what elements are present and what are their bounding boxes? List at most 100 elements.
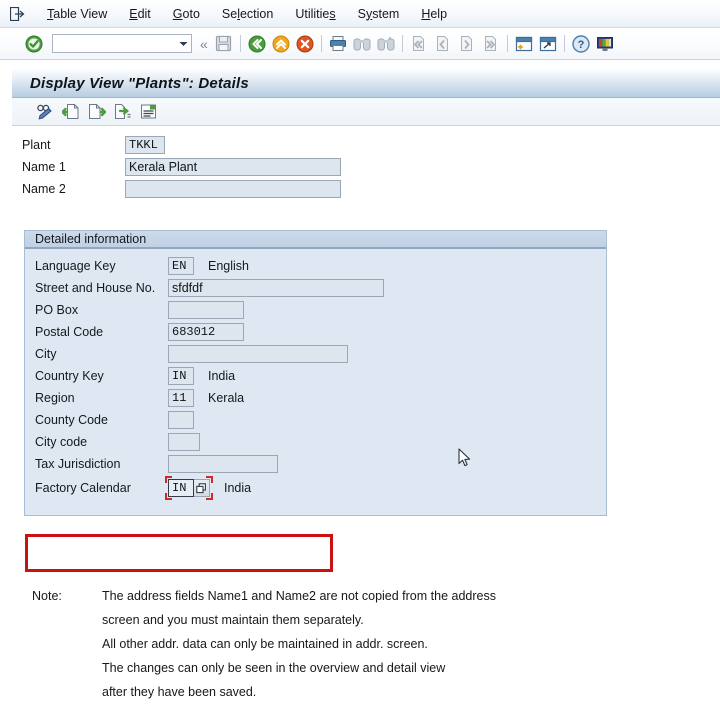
toolbar-separator	[320, 35, 322, 52]
name-2-input[interactable]	[125, 180, 341, 198]
field-row-po-box: PO Box	[25, 299, 606, 321]
menu-item-utilities[interactable]: Utilities	[284, 5, 346, 23]
postal-code-input[interactable]: 683012	[168, 323, 244, 341]
toolbar-separator	[563, 35, 565, 52]
enter-button[interactable]	[22, 32, 46, 56]
note-row: Note: The address fields Name1 and Name2…	[24, 584, 607, 608]
label-country-key: Country Key	[35, 369, 104, 383]
note-line-4: The changes can only be seen in the over…	[102, 661, 446, 675]
first-page-button[interactable]	[407, 32, 431, 56]
label-tax-jurisdiction: Tax Jurisdiction	[35, 457, 121, 471]
detailed-information-group: Detailed information Language Key EN Eng…	[24, 230, 607, 572]
other-entry-button[interactable]	[110, 101, 136, 123]
toolbar-separator	[239, 35, 241, 52]
menu-item-goto[interactable]: Goto	[162, 5, 211, 23]
next-page-button[interactable]	[455, 32, 479, 56]
standard-toolbar: « ?	[0, 28, 720, 60]
group-fields: Language Key EN English Street and House…	[25, 249, 606, 515]
window-title-bar: Display View "Plants": Details	[12, 68, 720, 98]
application-toolbar	[12, 98, 720, 126]
label-po-box: PO Box	[35, 303, 79, 317]
create-session-button[interactable]	[512, 32, 536, 56]
main-window: Display View "Plants": Details Plant TKK…	[12, 68, 720, 699]
focus-corner-top-left	[165, 476, 172, 483]
display-change-button[interactable]	[32, 101, 58, 123]
toolbar-collapse-button[interactable]: «	[196, 36, 212, 52]
factory-calendar-field-group: IN	[165, 476, 213, 500]
last-page-button[interactable]	[479, 32, 503, 56]
focus-corner-bottom-right	[206, 493, 213, 500]
factory-calendar-description: India	[224, 481, 252, 495]
find-next-button[interactable]	[374, 32, 398, 56]
exit-button[interactable]	[269, 32, 293, 56]
toolbar-separator	[401, 35, 403, 52]
po-box-input[interactable]	[168, 301, 244, 319]
note-row: screen and you must maintain them separa…	[24, 608, 607, 632]
toolbar-separator	[506, 35, 508, 52]
red-highlight-annotation	[25, 534, 333, 572]
city-code-input[interactable]	[168, 433, 200, 451]
label-factory-calendar: Factory Calendar	[35, 481, 131, 495]
note-row: All other addr. data can only be maintai…	[24, 632, 607, 656]
county-code-input[interactable]	[168, 411, 194, 429]
field-row-region: Region 11 Kerala	[25, 387, 606, 409]
tax-jurisdiction-input[interactable]	[168, 455, 278, 473]
label-street-and-house-no: Street and House No.	[35, 281, 156, 295]
cancel-button[interactable]	[293, 32, 317, 56]
label-plant: Plant	[22, 138, 51, 152]
field-row-name-1: Name 1 Kerala Plant	[12, 156, 720, 178]
street-and-house-no-input[interactable]: sfdfdf	[168, 279, 384, 297]
menu-item-system[interactable]: System	[347, 5, 411, 23]
label-name-1: Name 1	[22, 160, 66, 174]
language-key-input[interactable]: EN	[168, 257, 194, 275]
chevron-down-icon[interactable]	[175, 35, 191, 52]
svg-text:?: ?	[577, 39, 584, 51]
save-button[interactable]	[212, 32, 236, 56]
group-title: Detailed information	[25, 231, 606, 249]
create-shortcut-button[interactable]	[536, 32, 560, 56]
back-button[interactable]	[245, 32, 269, 56]
field-row-country-key: Country Key IN India	[25, 365, 606, 387]
exit-door-icon[interactable]	[6, 4, 28, 24]
find-button[interactable]	[350, 32, 374, 56]
note-line-5: after they have been saved.	[102, 685, 257, 699]
field-row-plant: Plant TKKL	[12, 134, 720, 156]
note-block: Note: The address fields Name1 and Name2…	[24, 584, 607, 704]
country-key-description: India	[208, 369, 236, 383]
help-button[interactable]: ?	[569, 32, 593, 56]
command-field[interactable]	[52, 34, 192, 53]
print-button[interactable]	[326, 32, 350, 56]
field-row-tax-jurisdiction: Tax Jurisdiction	[25, 453, 606, 475]
details-button[interactable]	[136, 101, 162, 123]
country-key-input[interactable]: IN	[168, 367, 194, 385]
menu-item-edit[interactable]: Edit	[118, 5, 162, 23]
label-county-code: County Code	[35, 413, 108, 427]
next-entry-button[interactable]	[84, 101, 110, 123]
previous-page-button[interactable]	[431, 32, 455, 56]
focus-corner-bottom-left	[165, 493, 172, 500]
note-row: The changes can only be seen in the over…	[24, 656, 607, 680]
field-row-street-and-house-no: Street and House No. sfdfdf	[25, 277, 606, 299]
label-region: Region	[35, 391, 75, 405]
region-input[interactable]: 11	[168, 389, 194, 407]
menu-item-table-view[interactable]: Table View	[36, 5, 118, 23]
note-label: Note:	[32, 589, 62, 603]
field-row-name-2: Name 2	[12, 178, 720, 200]
note-line-2: screen and you must maintain them separa…	[102, 613, 364, 627]
field-row-postal-code: Postal Code 683012	[25, 321, 606, 343]
plant-input[interactable]: TKKL	[125, 136, 165, 154]
field-row-county-code: County Code	[25, 409, 606, 431]
menu-item-selection[interactable]: Selection	[211, 5, 284, 23]
label-city: City	[35, 347, 57, 361]
note-line-1: The address fields Name1 and Name2 are n…	[102, 589, 496, 603]
city-input[interactable]	[168, 345, 348, 363]
note-line-3: All other addr. data can only be maintai…	[102, 637, 428, 651]
page-title: Display View "Plants": Details	[30, 74, 249, 92]
label-name-2: Name 2	[22, 182, 66, 196]
previous-entry-button[interactable]	[58, 101, 84, 123]
customize-button[interactable]	[593, 32, 617, 56]
label-postal-code: Postal Code	[35, 325, 104, 339]
name-1-input[interactable]: Kerala Plant	[125, 158, 341, 176]
menu-bar: Table View Edit Goto Selection Utilities…	[0, 0, 720, 28]
menu-item-help[interactable]: Help	[410, 5, 458, 23]
